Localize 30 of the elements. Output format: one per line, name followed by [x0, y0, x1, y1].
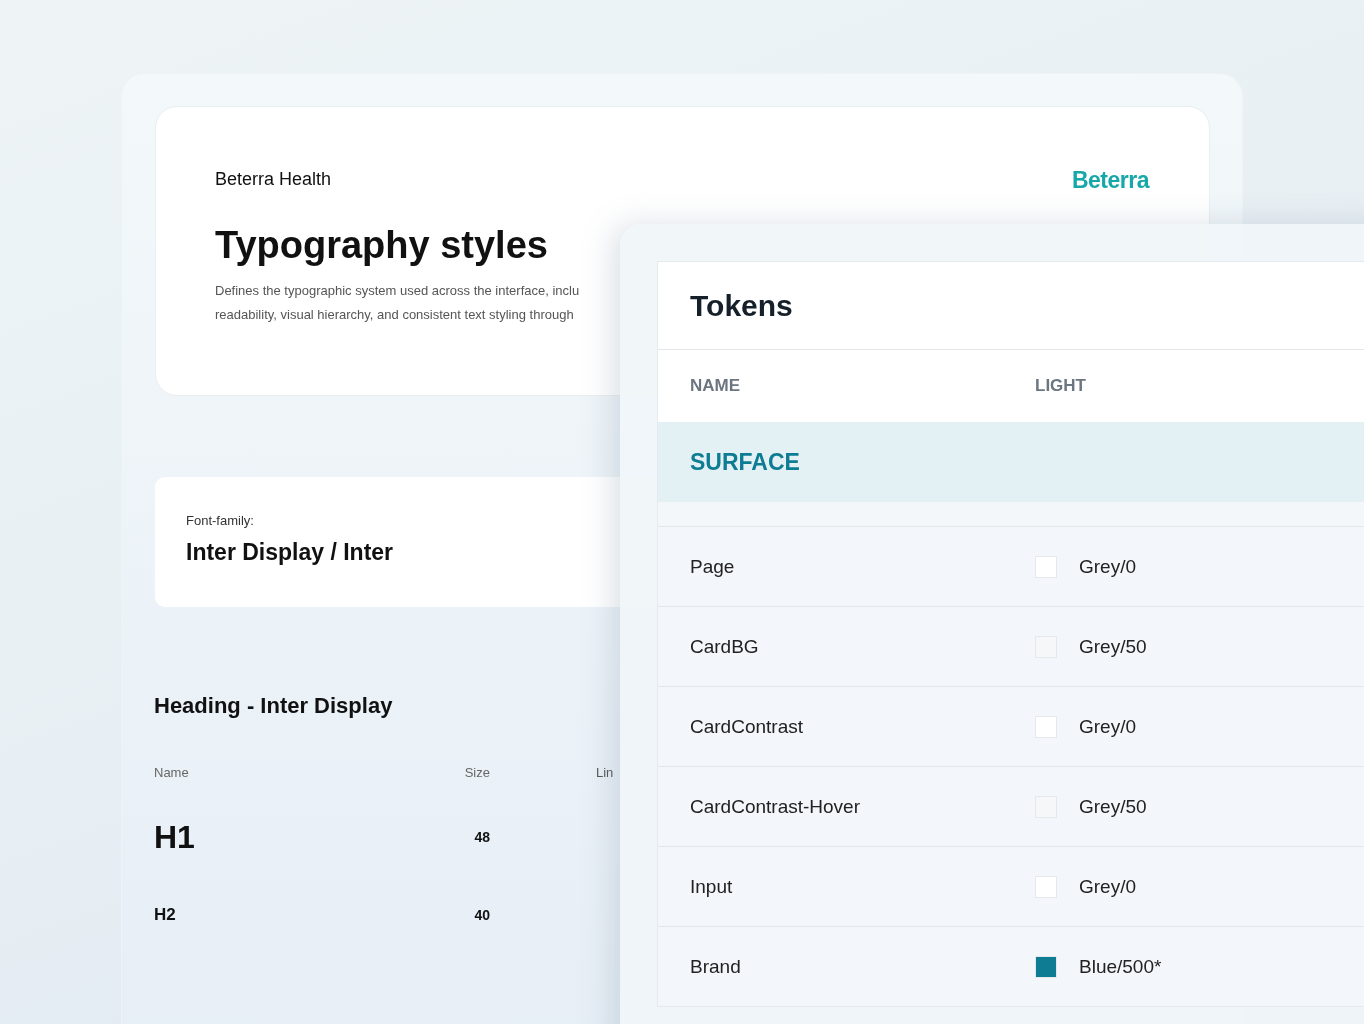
token-value: Grey/0 [1079, 875, 1137, 898]
description: Defines the typographic system used across the interface, inclu readability, visual hierarchy, and consistent text styling through [215, 282, 580, 324]
token-value: Grey/0 [1079, 715, 1137, 738]
token-name: Input [690, 875, 734, 898]
token-name: CardContrast-Hover [690, 795, 861, 818]
group-heading: SURFACE [690, 448, 800, 476]
token-value: Grey/0 [1079, 555, 1137, 578]
logo: Beterra [1071, 167, 1149, 194]
page-title: Typography styles [215, 224, 548, 267]
font-size: 48 [474, 829, 490, 845]
token-name: Page [690, 555, 736, 578]
token-name: Brand [690, 955, 742, 978]
brand-name: Beterra Health [215, 169, 332, 190]
font-family-value: Inter Display / Inter [186, 539, 394, 566]
column-header: Lin [596, 765, 614, 782]
token-name: CardContrast [690, 715, 804, 738]
token-value: Grey/50 [1079, 635, 1147, 658]
style-name: H2 [154, 905, 176, 924]
table-title: Tokens [690, 288, 793, 323]
style-name: H1 [154, 818, 195, 855]
column-header: Name [154, 765, 190, 782]
column-header: NAME [690, 376, 742, 396]
token-name: CardBG [690, 635, 760, 658]
token-value: Grey/50 [1079, 795, 1147, 818]
column-header: LIGHT [1035, 376, 1086, 396]
font-family-label: Font-family: [186, 513, 254, 528]
token-value: Blue/500* [1079, 955, 1162, 978]
section-heading: Heading - Inter Display [154, 693, 393, 719]
column-header: Size [463, 765, 490, 782]
font-size: 40 [474, 907, 490, 923]
